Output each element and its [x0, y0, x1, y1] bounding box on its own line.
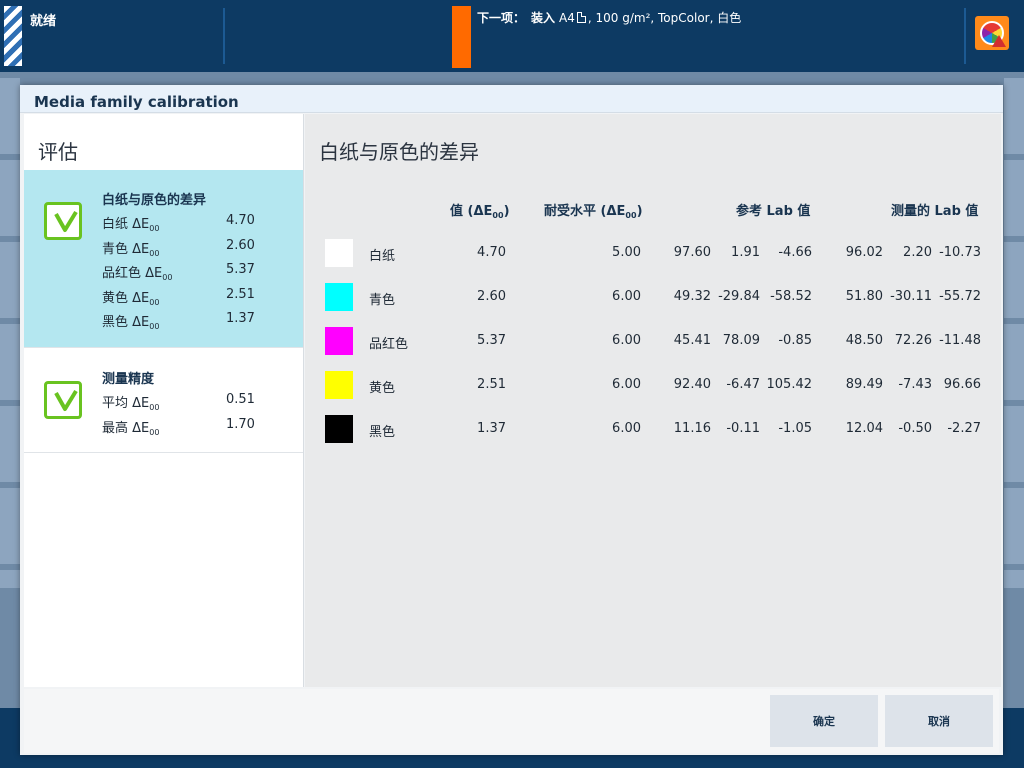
- table-cell-tolerance: 6.00: [612, 421, 641, 436]
- header-value: 值 (ΔE00): [450, 204, 510, 220]
- table-cell-ref2: -0.85: [778, 333, 812, 348]
- color-name: 黄色: [369, 381, 396, 396]
- table-cell-tolerance: 5.00: [612, 245, 641, 260]
- dialog-title: Media family calibration: [34, 93, 239, 111]
- next-label: 下一项：: [477, 11, 526, 25]
- dialog-header: Media family calibration: [20, 85, 1003, 113]
- table-row: 白纸 4.70 5.00 97.60 1.91 -4.66 96.02 2.20 -10.73: [305, 239, 1001, 283]
- color-swatch: [325, 283, 353, 311]
- evaluation-panel: 评估 白纸与原色的差异 白纸 ΔE00 4.70 青色 ΔE00 2.60 品红…: [24, 114, 304, 687]
- table-cell-meas0: 89.49: [845, 377, 883, 392]
- table-cell-ref2: -1.05: [778, 421, 812, 436]
- table-cell-meas2: 96.66: [943, 377, 981, 392]
- difference-panel: 白纸与原色的差异 值 (ΔE00) 耐受水平 (ΔE00) 参考 Lab 值 测…: [305, 114, 1001, 687]
- check-icon: [44, 202, 82, 240]
- paper-size: A4: [559, 11, 575, 25]
- color-swatch: [325, 415, 353, 443]
- evaluation-card-paper-primaries[interactable]: 白纸与原色的差异 白纸 ΔE00 4.70 青色 ΔE00 2.60 品红色 Δ…: [24, 170, 303, 348]
- background-tiles-left: [0, 78, 20, 588]
- table-cell-ref1: 1.91: [731, 245, 760, 260]
- table-cell-ref1: -6.47: [726, 377, 760, 392]
- table-cell-meas1: -30.11: [890, 289, 932, 304]
- table-cell-ref2: -4.66: [778, 245, 812, 260]
- color-name: 黑色: [369, 425, 396, 440]
- document-icon: [576, 12, 586, 23]
- table-cell-value: 2.60: [477, 289, 506, 304]
- table-row: 青色 2.60 6.00 49.32 -29.84 -58.52 51.80 -30.11 -5…: [305, 283, 1001, 327]
- color-management-warning-icon[interactable]: [975, 16, 1009, 50]
- table-cell-ref0: 49.32: [673, 289, 711, 304]
- table-cell-meas0: 51.80: [845, 289, 883, 304]
- header-measured-lab: 测量的 Lab 值: [891, 204, 979, 219]
- color-name: 青色: [369, 293, 396, 308]
- table-cell-value: 2.51: [477, 377, 506, 392]
- table-cell-ref1: 78.09: [722, 333, 760, 348]
- table-cell-meas0: 48.50: [845, 333, 883, 348]
- paper-details: , 100 g/m², TopColor, 白色: [587, 11, 742, 25]
- table-cell-meas1: 72.26: [894, 333, 932, 348]
- table-cell-meas1: 2.20: [903, 245, 932, 260]
- table-row: 黑色 1.37 6.00 11.16 -0.11 -1.05 12.04 -0.50 -2.27: [305, 415, 1001, 459]
- evaluation-title: 评估: [38, 140, 78, 164]
- table-cell-value: 5.37: [477, 333, 506, 348]
- table-cell-ref0: 45.41: [673, 333, 711, 348]
- header-tolerance: 耐受水平 (ΔE00): [544, 204, 643, 220]
- next-job-info[interactable]: 下一项： 装入 A4 , 100 g/m², TopColor, 白色: [477, 9, 741, 26]
- card-title: 测量精度: [102, 372, 155, 387]
- table-cell-ref0: 11.16: [673, 421, 711, 436]
- table-cell-ref1: -29.84: [718, 289, 760, 304]
- table-cell-meas0: 12.04: [845, 421, 883, 436]
- color-name: 品红色: [369, 337, 409, 352]
- table-cell-tolerance: 6.00: [612, 289, 641, 304]
- divider: [964, 8, 966, 64]
- divider: [223, 8, 225, 64]
- color-swatch: [325, 239, 353, 267]
- table-cell-meas2: -10.73: [939, 245, 981, 260]
- table-cell-ref0: 92.40: [673, 377, 711, 392]
- background-tiles-right: [1004, 78, 1024, 588]
- table-cell-ref2: 105.42: [766, 377, 813, 392]
- calibration-dialog: Media family calibration 评估 白纸与原色的差异 白纸 …: [20, 85, 1003, 755]
- table-row: 黄色 2.51 6.00 92.40 -6.47 105.42 89.49 -7.43 96.6…: [305, 371, 1001, 415]
- header-reference-lab: 参考 Lab 值: [736, 204, 811, 219]
- color-swatch: [325, 327, 353, 355]
- table-cell-meas2: -55.72: [939, 289, 981, 304]
- table-cell-ref1: -0.11: [726, 421, 760, 436]
- warning-icon: [992, 35, 1006, 47]
- cancel-button[interactable]: 取消: [885, 695, 993, 747]
- table-cell-value: 1.37: [477, 421, 506, 436]
- printer-status-text: 就绪: [30, 14, 57, 29]
- table-cell-meas0: 96.02: [845, 245, 883, 260]
- table-cell-ref0: 97.60: [673, 245, 711, 260]
- next-job-indicator: [452, 6, 471, 68]
- table-cell-meas2: -2.27: [947, 421, 981, 436]
- ok-button[interactable]: 确定: [770, 695, 878, 747]
- table-cell-value: 4.70: [477, 245, 506, 260]
- table-cell-meas2: -11.48: [939, 333, 981, 348]
- table-row: 品红色 5.37 6.00 45.41 78.09 -0.85 48.50 72.26 -11.…: [305, 327, 1001, 371]
- table-cell-ref2: -58.52: [770, 289, 812, 304]
- dialog-footer: 确定 取消: [24, 689, 999, 753]
- color-name: 白纸: [369, 249, 396, 264]
- printer-status-stripes-icon: [4, 6, 22, 66]
- card-title: 白纸与原色的差异: [102, 193, 207, 208]
- difference-title: 白纸与原色的差异: [319, 140, 479, 164]
- table-cell-tolerance: 6.00: [612, 333, 641, 348]
- table-cell-tolerance: 6.00: [612, 377, 641, 392]
- table-cell-meas1: -7.43: [898, 377, 932, 392]
- evaluation-card-measurement-accuracy[interactable]: 测量精度 平均 ΔE00 0.51 最高 ΔE00 1.70: [24, 349, 303, 453]
- next-action: 装入: [531, 11, 556, 25]
- check-icon: [44, 381, 82, 419]
- top-status-bar: 就绪 下一项： 装入 A4 , 100 g/m², TopColor, 白色: [0, 0, 1024, 72]
- color-swatch: [325, 371, 353, 399]
- table-cell-meas1: -0.50: [898, 421, 932, 436]
